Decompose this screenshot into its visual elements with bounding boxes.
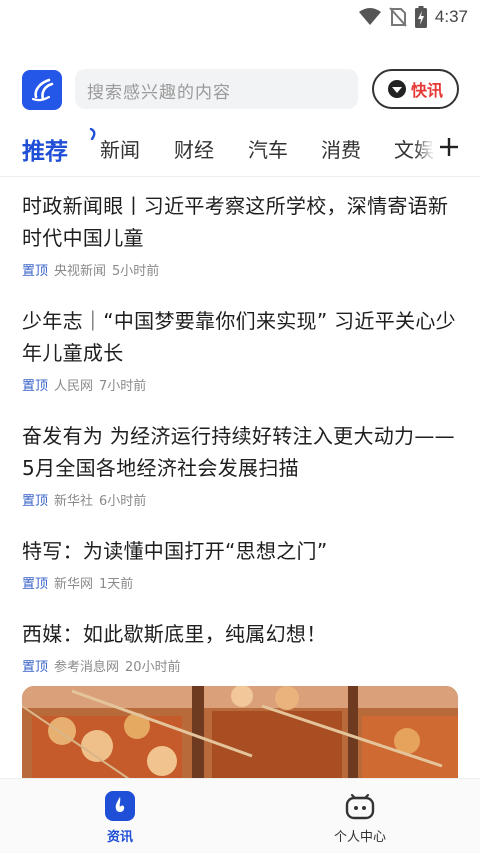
- news-source: 参考消息网: [54, 660, 120, 675]
- tab-label: 汽车: [248, 138, 288, 162]
- news-source: 新华社: [54, 494, 94, 509]
- pinned-badge: 置顶: [22, 494, 49, 509]
- tab-finance[interactable]: 财经: [174, 134, 214, 163]
- tab-label: 财经: [174, 138, 214, 162]
- header: 搜索感兴趣的内容 快讯: [0, 68, 480, 110]
- bottom-nav: 资讯 个人中心: [0, 778, 480, 853]
- no-sim-icon: [389, 7, 407, 27]
- news-thumbnail[interactable]: [22, 686, 458, 786]
- news-title: 时政新闻眼丨习近平考察这所学校，深情寄语新时代中国儿童: [22, 194, 449, 250]
- tab-more-button[interactable]: [434, 130, 464, 164]
- tab-accent-icon: [89, 128, 96, 140]
- news-time: 1天前: [99, 577, 134, 592]
- tab-consumption[interactable]: 消费: [321, 134, 361, 163]
- tab-divider: [0, 176, 480, 177]
- tab-auto[interactable]: 汽车: [248, 134, 288, 163]
- news-title: 奋发有为 为经济运行持续好转注入更大动力——5月全国各地经济社会发展扫描: [22, 424, 455, 480]
- battery-charging-icon: [414, 6, 427, 28]
- news-item[interactable]: 特写：为读懂中国打开“思想之门” 置顶 新华网 1天前: [22, 535, 462, 592]
- tab-recommend[interactable]: 推荐: [22, 128, 96, 166]
- express-icon: [387, 80, 406, 98]
- plus-icon: [440, 138, 458, 156]
- tab-news[interactable]: 新闻: [100, 134, 140, 163]
- tab-label: 文娱: [394, 138, 434, 162]
- news-time: 6小时前: [99, 494, 147, 509]
- tab-label: 消费: [321, 138, 361, 162]
- tab-label: 新闻: [100, 138, 140, 162]
- news-meta: 置顶 人民网 7小时前: [22, 375, 462, 394]
- news-source: 人民网: [54, 379, 94, 394]
- nav-label: 个人中心: [333, 830, 386, 845]
- nav-label: 资讯: [106, 830, 133, 845]
- search-input[interactable]: 搜索感兴趣的内容: [75, 69, 358, 109]
- search-placeholder: 搜索感兴趣的内容: [87, 83, 231, 103]
- news-meta: 置顶 新华网 1天前: [22, 573, 462, 592]
- express-news-button[interactable]: 快讯: [372, 69, 459, 109]
- express-label: 快讯: [410, 81, 443, 100]
- news-meta: 置顶 新华社 6小时前: [22, 490, 462, 509]
- pinned-badge: 置顶: [22, 264, 49, 279]
- news-time: 20小时前: [125, 660, 181, 675]
- news-meta: 置顶 参考消息网 20小时前: [22, 656, 462, 675]
- news-title: 少年志｜“中国梦要靠你们来实现” 习近平关心少年儿童成长: [22, 309, 456, 365]
- category-tabs: 推荐 新闻 财经 汽车 消费 文娱: [0, 128, 480, 168]
- news-time: 7小时前: [99, 379, 147, 394]
- news-source: 新华网: [54, 577, 94, 592]
- nav-profile[interactable]: 个人中心: [315, 791, 405, 845]
- news-title: 特写：为读懂中国打开“思想之门”: [22, 539, 328, 563]
- tab-label: 推荐: [22, 139, 68, 165]
- app-logo-icon[interactable]: [22, 70, 62, 110]
- news-title: 西媒：如此歇斯底里，纯属幻想！: [22, 622, 327, 646]
- pinned-badge: 置顶: [22, 577, 49, 592]
- news-item[interactable]: 时政新闻眼丨习近平考察这所学校，深情寄语新时代中国儿童 置顶 央视新闻 5小时前: [22, 190, 462, 279]
- news-time: 5小时前: [112, 264, 160, 279]
- news-source: 央视新闻: [54, 264, 107, 279]
- nav-news[interactable]: 资讯: [75, 791, 165, 845]
- pinned-badge: 置顶: [22, 660, 49, 675]
- tab-entertainment[interactable]: 文娱: [394, 134, 434, 163]
- news-item[interactable]: 西媒：如此歇斯底里，纯属幻想！ 置顶 参考消息网 20小时前: [22, 618, 462, 675]
- status-time: 4:37: [434, 7, 468, 26]
- news-meta: 置顶 央视新闻 5小时前: [22, 260, 462, 279]
- pinned-badge: 置顶: [22, 379, 49, 394]
- news-icon: [105, 791, 135, 821]
- wifi-icon: [358, 8, 381, 25]
- news-item[interactable]: 少年志｜“中国梦要靠你们来实现” 习近平关心少年儿童成长 置顶 人民网 7小时前: [22, 305, 462, 394]
- profile-icon: [345, 793, 375, 820]
- status-icons: 4:37: [358, 5, 468, 29]
- news-item[interactable]: 奋发有为 为经济运行持续好转注入更大动力——5月全国各地经济社会发展扫描 置顶 …: [22, 420, 462, 509]
- status-bar: 4:37: [0, 0, 480, 34]
